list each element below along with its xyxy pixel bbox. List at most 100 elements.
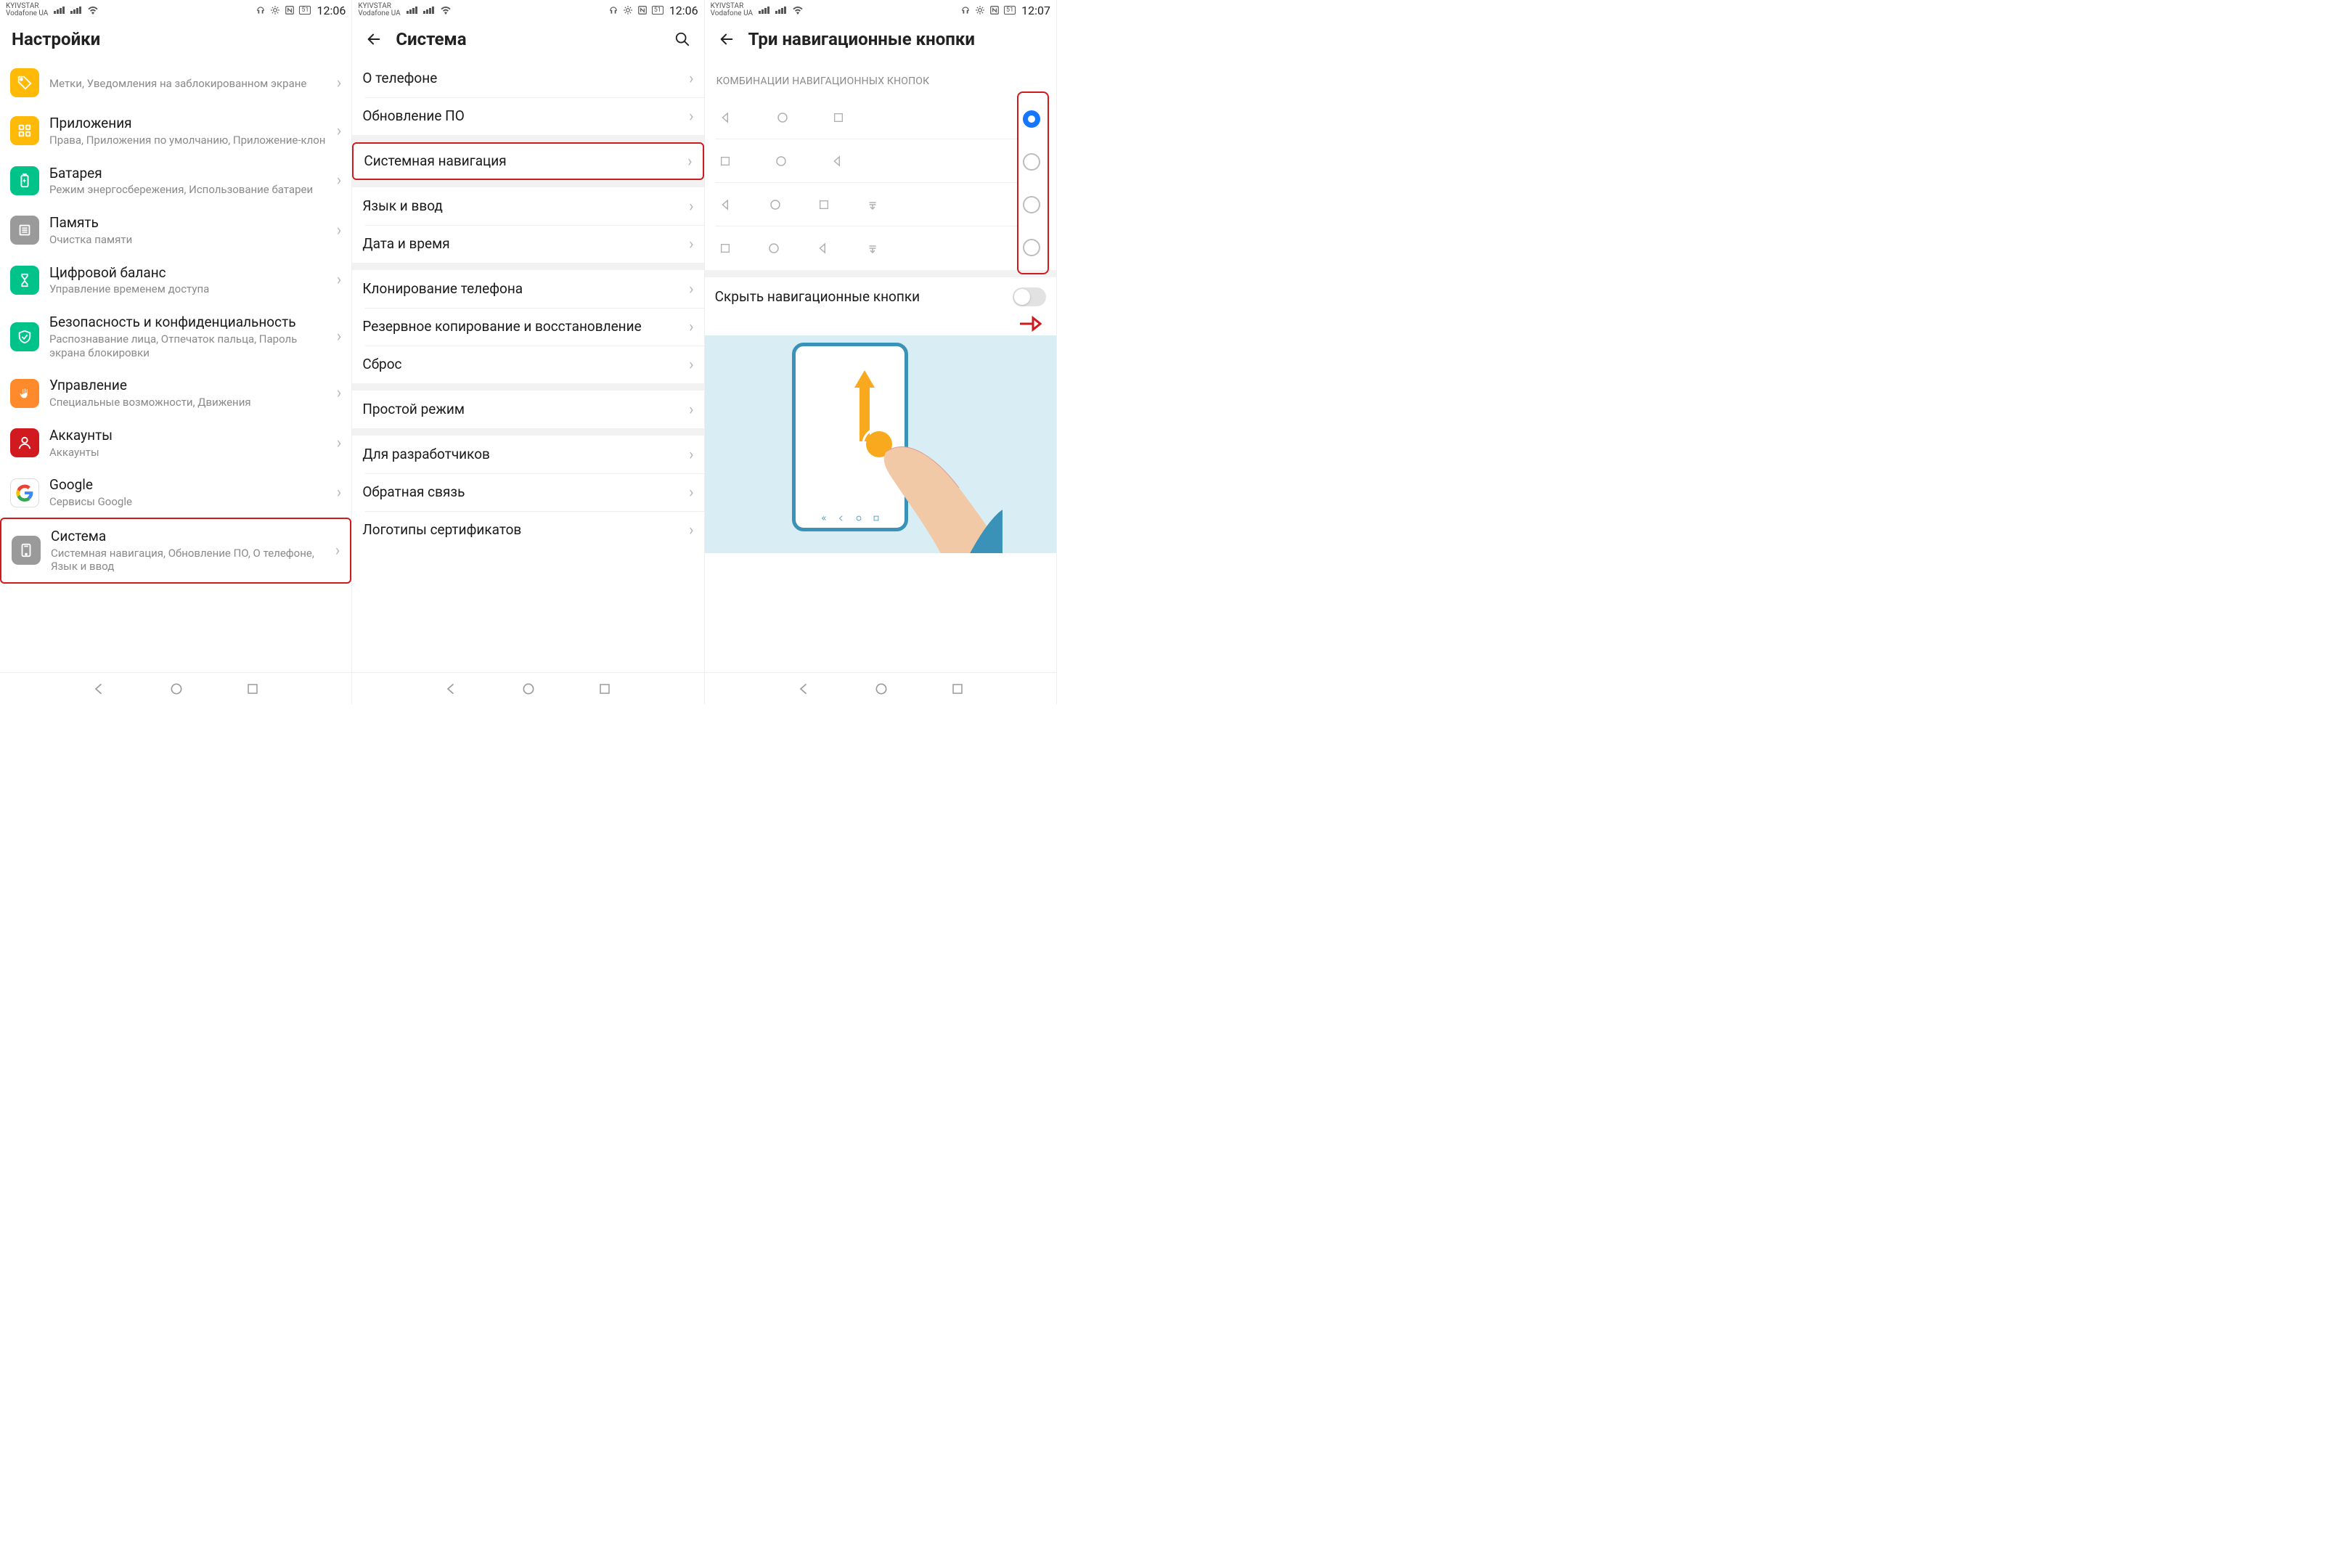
hide-nav-row[interactable]: Скрыть навигационные кнопки xyxy=(705,277,1056,317)
radio-highlight-annotation xyxy=(1017,91,1049,274)
system-nav-bar xyxy=(352,672,703,704)
back-button[interactable] xyxy=(364,29,384,49)
system-row[interactable]: Логотипы сертификатов› xyxy=(352,511,703,549)
gesture-preview xyxy=(705,335,1056,553)
system-row[interactable]: Простой режим› xyxy=(352,391,703,428)
combo-radio[interactable] xyxy=(1023,239,1040,256)
nav-combo-row[interactable] xyxy=(715,183,1017,226)
chevron-right-icon: › xyxy=(337,434,342,452)
nav-recent-icon[interactable] xyxy=(951,682,964,695)
settings-row[interactable]: Батарея Режим энергосбережения, Использо… xyxy=(0,156,351,206)
nav-combo-row[interactable] xyxy=(715,96,1017,139)
settings-row[interactable]: Метки, Уведомления на заблокированном эк… xyxy=(0,60,351,106)
row-title: Клонирование телефона xyxy=(362,280,683,298)
account-icon xyxy=(10,428,39,457)
back-button[interactable] xyxy=(716,29,737,49)
shield-icon xyxy=(10,322,39,351)
system-row[interactable]: Дата и время › xyxy=(352,225,703,263)
system-row[interactable]: Системная навигация› xyxy=(352,142,703,180)
combo-radio[interactable] xyxy=(1023,196,1040,213)
arrow-annotation-icon xyxy=(1018,315,1048,332)
nav-recent-icon xyxy=(818,199,830,211)
google-icon xyxy=(10,478,39,507)
clock: 12:06 xyxy=(669,4,698,17)
headphones-icon xyxy=(256,5,266,15)
battery-icon: 51 xyxy=(652,6,663,15)
row-title: Логотипы сертификатов xyxy=(362,521,683,539)
system-row[interactable]: Обратная связь› xyxy=(352,473,703,511)
nav-combo-row[interactable] xyxy=(715,226,1017,270)
row-title: Google xyxy=(49,476,331,494)
system-nav-bar xyxy=(705,672,1056,704)
chevron-right-icon: › xyxy=(689,401,694,419)
row-title: Сброс xyxy=(362,356,683,373)
nav-back-icon xyxy=(831,155,844,168)
nav-recent-icon[interactable] xyxy=(598,682,611,695)
signal-2-icon xyxy=(423,7,434,14)
nav-home-icon[interactable] xyxy=(521,682,536,696)
nav-home-icon xyxy=(775,155,788,168)
combo-radio[interactable] xyxy=(1023,110,1040,128)
hide-nav-toggle[interactable] xyxy=(1013,287,1046,306)
chevron-right-icon: › xyxy=(689,70,694,88)
carrier-2: Vodafone UA xyxy=(6,10,48,18)
chevron-right-icon: › xyxy=(335,542,340,560)
row-subtitle: Режим энергосбережения, Использование ба… xyxy=(49,183,331,197)
system-row[interactable]: Сброс› xyxy=(352,346,703,383)
settings-row[interactable]: Безопасность и конфиденциальность Распоз… xyxy=(0,305,351,368)
page-title: Система xyxy=(396,29,466,49)
nav-back-icon[interactable] xyxy=(444,682,459,696)
system-row[interactable]: О телефоне › xyxy=(352,60,703,97)
nav-recent-icon xyxy=(719,242,731,254)
clock: 12:06 xyxy=(317,4,346,17)
settings-row[interactable]: Система Системная навигация, Обновление … xyxy=(0,518,351,584)
settings-row[interactable]: Приложения Права, Приложения по умолчани… xyxy=(0,106,351,156)
nav-back-icon[interactable] xyxy=(797,682,812,696)
system-row[interactable]: Клонирование телефона› xyxy=(352,270,703,308)
nav-back-icon xyxy=(817,242,830,255)
nfc-icon xyxy=(285,5,295,15)
nav-notif-icon xyxy=(866,198,879,211)
tag-icon xyxy=(10,68,39,97)
row-title: Дата и время xyxy=(362,235,683,253)
system-row[interactable]: Обновление ПО› xyxy=(352,97,703,135)
combo-radio[interactable] xyxy=(1023,153,1040,171)
wifi-icon xyxy=(440,6,452,15)
settings-row[interactable]: Управление Специальные возможности, Движ… xyxy=(0,368,351,418)
nav-home-icon[interactable] xyxy=(169,682,184,696)
row-title: Память xyxy=(49,214,331,232)
row-title: О телефоне xyxy=(362,70,683,87)
chevron-right-icon: › xyxy=(689,318,694,336)
nav-recent-icon[interactable] xyxy=(246,682,259,695)
nav-home-icon[interactable] xyxy=(874,682,889,696)
nav-combo-row[interactable] xyxy=(715,139,1017,183)
eye-care-icon xyxy=(975,5,985,15)
memory-icon xyxy=(10,216,39,245)
search-button[interactable] xyxy=(672,29,693,49)
row-subtitle: Сервисы Google xyxy=(49,495,331,509)
system-row[interactable]: Язык и ввод› xyxy=(352,187,703,225)
row-title: Для разработчиков xyxy=(362,446,683,463)
system-row[interactable]: Для разработчиков › xyxy=(352,436,703,473)
system-row[interactable]: Резервное копирование и восстановление› xyxy=(352,308,703,346)
chevron-right-icon: › xyxy=(689,235,694,253)
carrier-2: Vodafone UA xyxy=(358,10,400,18)
page-title: Настройки xyxy=(12,29,100,49)
signal-1-icon xyxy=(759,7,769,14)
chevron-right-icon: › xyxy=(337,221,342,240)
chevron-right-icon: › xyxy=(689,107,694,126)
chevron-right-icon: › xyxy=(689,446,694,464)
settings-row[interactable]: Аккаунты Аккаунты › xyxy=(0,418,351,468)
settings-row[interactable]: Цифровой баланс Управление временем дост… xyxy=(0,256,351,306)
chevron-right-icon: › xyxy=(687,152,693,171)
nav-home-icon xyxy=(769,198,782,211)
row-subtitle: Метки, Уведомления на заблокированном эк… xyxy=(49,77,331,91)
nav-recent-icon xyxy=(833,112,844,123)
settings-row[interactable]: Память Очистка памяти › xyxy=(0,205,351,256)
battery-icon: 51 xyxy=(1004,6,1016,15)
nav-home-icon xyxy=(767,242,780,255)
row-title: Безопасность и конфиденциальность xyxy=(49,314,331,331)
system-icon xyxy=(12,536,41,565)
settings-row[interactable]: Google Сервисы Google › xyxy=(0,467,351,518)
nav-back-icon[interactable] xyxy=(92,682,107,696)
